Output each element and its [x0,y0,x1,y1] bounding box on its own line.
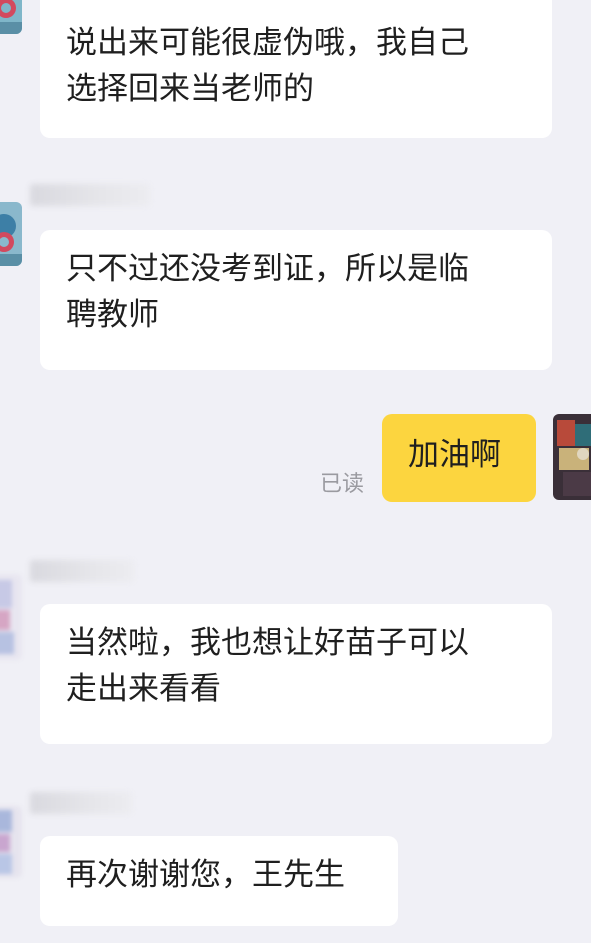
message-text: 加油啊 [408,437,501,473]
sender-name-blurred [30,184,150,206]
sender-name-blurred [30,792,132,814]
message-text: 说出来可能很虚伪哦，我自己 选择回来当老师的 [66,25,469,107]
contact-avatar[interactable] [0,574,22,660]
message-bubble-outgoing[interactable]: 加油啊 [382,414,536,502]
contact-avatar-image [0,0,22,34]
message-text: 当然啦，我也想让好苗子可以 走出来看看 [66,625,469,707]
message-text: 只不过还没考到证，所以是临 聘教师 [66,251,469,333]
message-bubble-incoming[interactable]: 说出来可能很虚伪哦，我自己 选择回来当老师的 [40,0,552,138]
contact-avatar-image [0,574,22,660]
contact-avatar-image [0,806,22,878]
contact-avatar[interactable] [0,202,22,266]
self-avatar-image [553,414,591,500]
contact-avatar[interactable] [0,0,22,34]
message-bubble-incoming[interactable]: 再次谢谢您，王先生 [40,836,398,926]
contact-avatar[interactable] [0,806,22,878]
message-text: 再次谢谢您，王先生 [66,857,345,893]
sender-name-blurred [30,560,134,582]
contact-avatar-image [0,202,22,266]
read-status-label: 已读 [320,472,365,497]
message-bubble-incoming[interactable]: 当然啦，我也想让好苗子可以 走出来看看 [40,604,552,744]
message-bubble-incoming[interactable]: 只不过还没考到证，所以是临 聘教师 [40,230,552,370]
self-avatar[interactable] [553,414,591,500]
